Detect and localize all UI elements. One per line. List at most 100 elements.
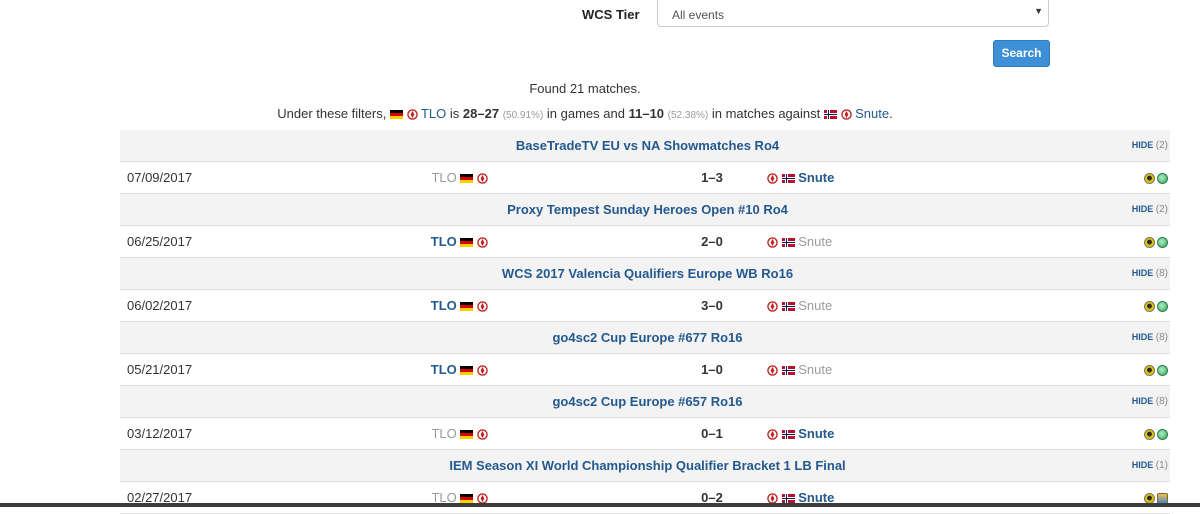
hide-event-button[interactable]: HIDE (8) — [1048, 321, 1170, 354]
summary-in-games-and: in games and — [546, 106, 625, 121]
zerg-race-icon — [767, 173, 778, 184]
online-globe-icon — [1157, 301, 1168, 313]
match-cell: TLO 1–3 Snute — [247, 161, 1048, 194]
match-row: 07/09/2017 TLO 1–3 Snute — [120, 161, 1170, 194]
event-spacer — [120, 130, 247, 162]
hide-label: HIDE — [1131, 332, 1154, 342]
search-button[interactable]: Search — [993, 40, 1050, 67]
germany-flag-icon — [389, 110, 403, 120]
event-title-link[interactable]: IEM Season XI World Championship Qualifi… — [247, 449, 1048, 482]
player1-link[interactable]: TLO — [431, 426, 456, 441]
germany-flag-icon — [460, 302, 474, 312]
event-row: IEM Season XI World Championship Qualifi… — [120, 449, 1170, 482]
event-title-link[interactable]: BaseTradeTV EU vs NA Showmatches Ro4 — [247, 130, 1048, 162]
match-row: 03/12/2017 TLO 0–1 Snute — [120, 417, 1170, 450]
player1: TLO — [431, 426, 488, 441]
match-date: 02/27/2017 — [120, 481, 247, 514]
hide-count: (2) — [1155, 204, 1168, 215]
summary-matches-pct: (52.38%) — [667, 110, 709, 121]
hide-count: (8) — [1155, 396, 1168, 407]
match-cell: TLO 1–0 Snute — [247, 353, 1048, 386]
hide-label: HIDE — [1131, 268, 1154, 278]
summary-is: is — [449, 106, 460, 121]
match-date: 07/09/2017 — [120, 161, 247, 194]
event-title-link[interactable]: go4sc2 Cup Europe #657 Ro16 — [247, 385, 1048, 418]
hide-event-button[interactable]: HIDE (8) — [1048, 385, 1170, 418]
hide-event-button[interactable]: HIDE (1) — [1048, 449, 1170, 482]
germany-flag-icon — [460, 238, 474, 248]
match-cell: TLO 0–1 Snute — [247, 417, 1048, 450]
hide-count: (8) — [1155, 332, 1168, 343]
event-spacer — [120, 449, 247, 482]
hide-event-button[interactable]: HIDE (2) — [1048, 130, 1170, 162]
zerg-race-icon — [477, 301, 488, 312]
match-cell: TLO 2–0 Snute — [247, 225, 1048, 258]
player1-link[interactable]: TLO — [431, 170, 456, 185]
hide-event-button[interactable]: HIDE (2) — [1048, 193, 1170, 226]
hide-count: (8) — [1155, 268, 1168, 279]
event-row: BaseTradeTV EU vs NA Showmatches Ro4 HIDE… — [120, 130, 1170, 162]
hide-label: HIDE — [1131, 140, 1154, 150]
event-title-link[interactable]: go4sc2 Cup Europe #677 Ro16 — [247, 321, 1048, 354]
player2-link[interactable]: Snute — [798, 234, 832, 249]
match-date: 06/25/2017 — [120, 225, 247, 258]
event-row: go4sc2 Cup Europe #657 Ro16 HIDE (8) — [120, 385, 1170, 418]
brood-war-icon — [1144, 237, 1155, 249]
player1-link[interactable]: TLO — [431, 234, 457, 249]
match-row: 05/21/2017 TLO 1–0 Snute — [120, 353, 1170, 386]
zerg-race-icon — [767, 237, 778, 248]
event-row: go4sc2 Cup Europe #677 Ro16 HIDE (8) — [120, 321, 1170, 354]
match-row: 02/27/2017 TLO 0–2 Snute — [120, 481, 1170, 514]
summary-games-pct: (50.91%) — [502, 110, 544, 121]
match-cell: TLO 0–2 Snute — [247, 481, 1048, 514]
summary-prefix: Under these filters, — [277, 106, 387, 121]
player1-link[interactable]: TLO — [431, 362, 457, 377]
player2-link[interactable]: Snute — [798, 362, 832, 377]
online-globe-icon — [1157, 429, 1168, 441]
player1-link[interactable]: TLO — [431, 298, 457, 313]
summary-opponent-link[interactable]: Snute — [855, 106, 889, 121]
zerg-race-icon — [406, 109, 418, 120]
player2-link[interactable]: Snute — [798, 170, 834, 185]
event-row: Proxy Tempest Sunday Heroes Open #10 Ro4… — [120, 193, 1170, 226]
summary-games-record: 28–27 — [462, 106, 500, 121]
player2: Snute — [767, 426, 834, 441]
player2-link[interactable]: Snute — [798, 426, 834, 441]
hide-event-button[interactable]: HIDE (8) — [1048, 257, 1170, 290]
player2: Snute — [767, 298, 832, 313]
online-globe-icon — [1157, 173, 1168, 185]
match-date: 06/02/2017 — [120, 289, 247, 322]
zerg-race-icon — [477, 237, 488, 248]
match-score: 1–3 — [701, 170, 723, 185]
event-row: WCS 2017 Valencia Qualifiers Europe WB R… — [120, 257, 1170, 290]
brood-war-icon — [1144, 173, 1155, 185]
summary-end: . — [889, 106, 893, 121]
match-icons — [1048, 481, 1170, 514]
germany-flag-icon — [460, 174, 474, 184]
brood-war-icon — [1144, 301, 1155, 313]
chevron-down-icon: ▼ — [1034, 6, 1043, 16]
norway-flag-icon — [781, 302, 795, 312]
player2-link[interactable]: Snute — [798, 298, 832, 313]
match-cell: TLO 3–0 Snute — [247, 289, 1048, 322]
zerg-race-icon — [767, 365, 778, 376]
norway-flag-icon — [823, 110, 837, 120]
summary-matches-record: 11–10 — [628, 106, 665, 121]
player2: Snute — [767, 170, 834, 185]
event-spacer — [120, 385, 247, 418]
player2: Snute — [767, 234, 832, 249]
norway-flag-icon — [781, 494, 795, 504]
match-score: 1–0 — [701, 362, 723, 377]
wcs-tier-select[interactable]: All events ▼ — [657, 0, 1049, 27]
event-title-link[interactable]: WCS 2017 Valencia Qualifiers Europe WB R… — [247, 257, 1048, 290]
hide-label: HIDE — [1131, 204, 1154, 214]
summary-player-link[interactable]: TLO — [421, 106, 446, 121]
norway-flag-icon — [781, 430, 795, 440]
event-title-link[interactable]: Proxy Tempest Sunday Heroes Open #10 Ro4 — [247, 193, 1048, 226]
zerg-race-icon — [477, 173, 488, 184]
zerg-race-icon — [477, 429, 488, 440]
summary-line: Under these filters, TLO is 28–27 (50.91… — [0, 106, 1170, 121]
hide-count: (2) — [1155, 140, 1168, 151]
match-icons — [1048, 289, 1170, 322]
match-score: 3–0 — [701, 298, 723, 313]
